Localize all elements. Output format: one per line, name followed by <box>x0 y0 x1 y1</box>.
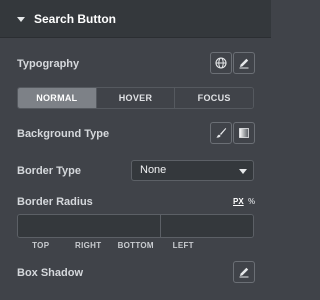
chevron-down-icon <box>239 169 247 174</box>
typography-global-button[interactable] <box>210 52 232 74</box>
box-shadow-edit-button[interactable] <box>233 261 255 283</box>
section-header-search-button[interactable]: Search Button <box>0 0 271 38</box>
border-radius-label: Border Radius <box>17 196 93 208</box>
radius-bottom-label: BOTTOM <box>117 241 154 250</box>
state-tabs: NORMAL HOVER FOCUS <box>17 87 254 109</box>
globe-icon <box>215 57 227 69</box>
brush-icon <box>216 128 227 138</box>
background-gradient-button[interactable] <box>233 122 255 144</box>
unit-px[interactable]: PX <box>233 197 244 206</box>
caret-down-icon <box>17 17 25 22</box>
tab-focus[interactable]: FOCUS <box>175 88 253 108</box>
border-type-label: Border Type <box>17 165 81 177</box>
radius-right-label: RIGHT <box>75 241 102 250</box>
box-shadow-label: Box Shadow <box>17 267 84 279</box>
tab-normal[interactable]: NORMAL <box>18 88 97 108</box>
radius-top-label: TOP <box>32 241 50 250</box>
radius-right-input[interactable] <box>161 215 253 237</box>
gradient-icon <box>239 128 249 138</box>
radius-left-label: LEFT <box>172 241 194 250</box>
unit-percent[interactable]: % <box>248 197 255 206</box>
border-type-value: None <box>140 164 167 176</box>
background-classic-button[interactable] <box>210 122 232 144</box>
section-title: Search Button <box>34 12 117 26</box>
background-type-label: Background Type <box>17 128 110 140</box>
border-radius-labels: TOP RIGHT BOTTOM LEFT <box>17 241 207 251</box>
pencil-icon <box>239 58 249 69</box>
pencil-icon <box>239 267 249 278</box>
typography-label: Typography <box>17 58 80 70</box>
style-panel: Search Button Typography NORMAL HOVER FO… <box>0 0 271 300</box>
border-radius-inputs <box>17 214 254 238</box>
tab-hover[interactable]: HOVER <box>96 88 176 108</box>
border-type-select[interactable]: None <box>131 160 254 181</box>
typography-edit-button[interactable] <box>233 52 255 74</box>
radius-top-input[interactable] <box>18 215 161 237</box>
